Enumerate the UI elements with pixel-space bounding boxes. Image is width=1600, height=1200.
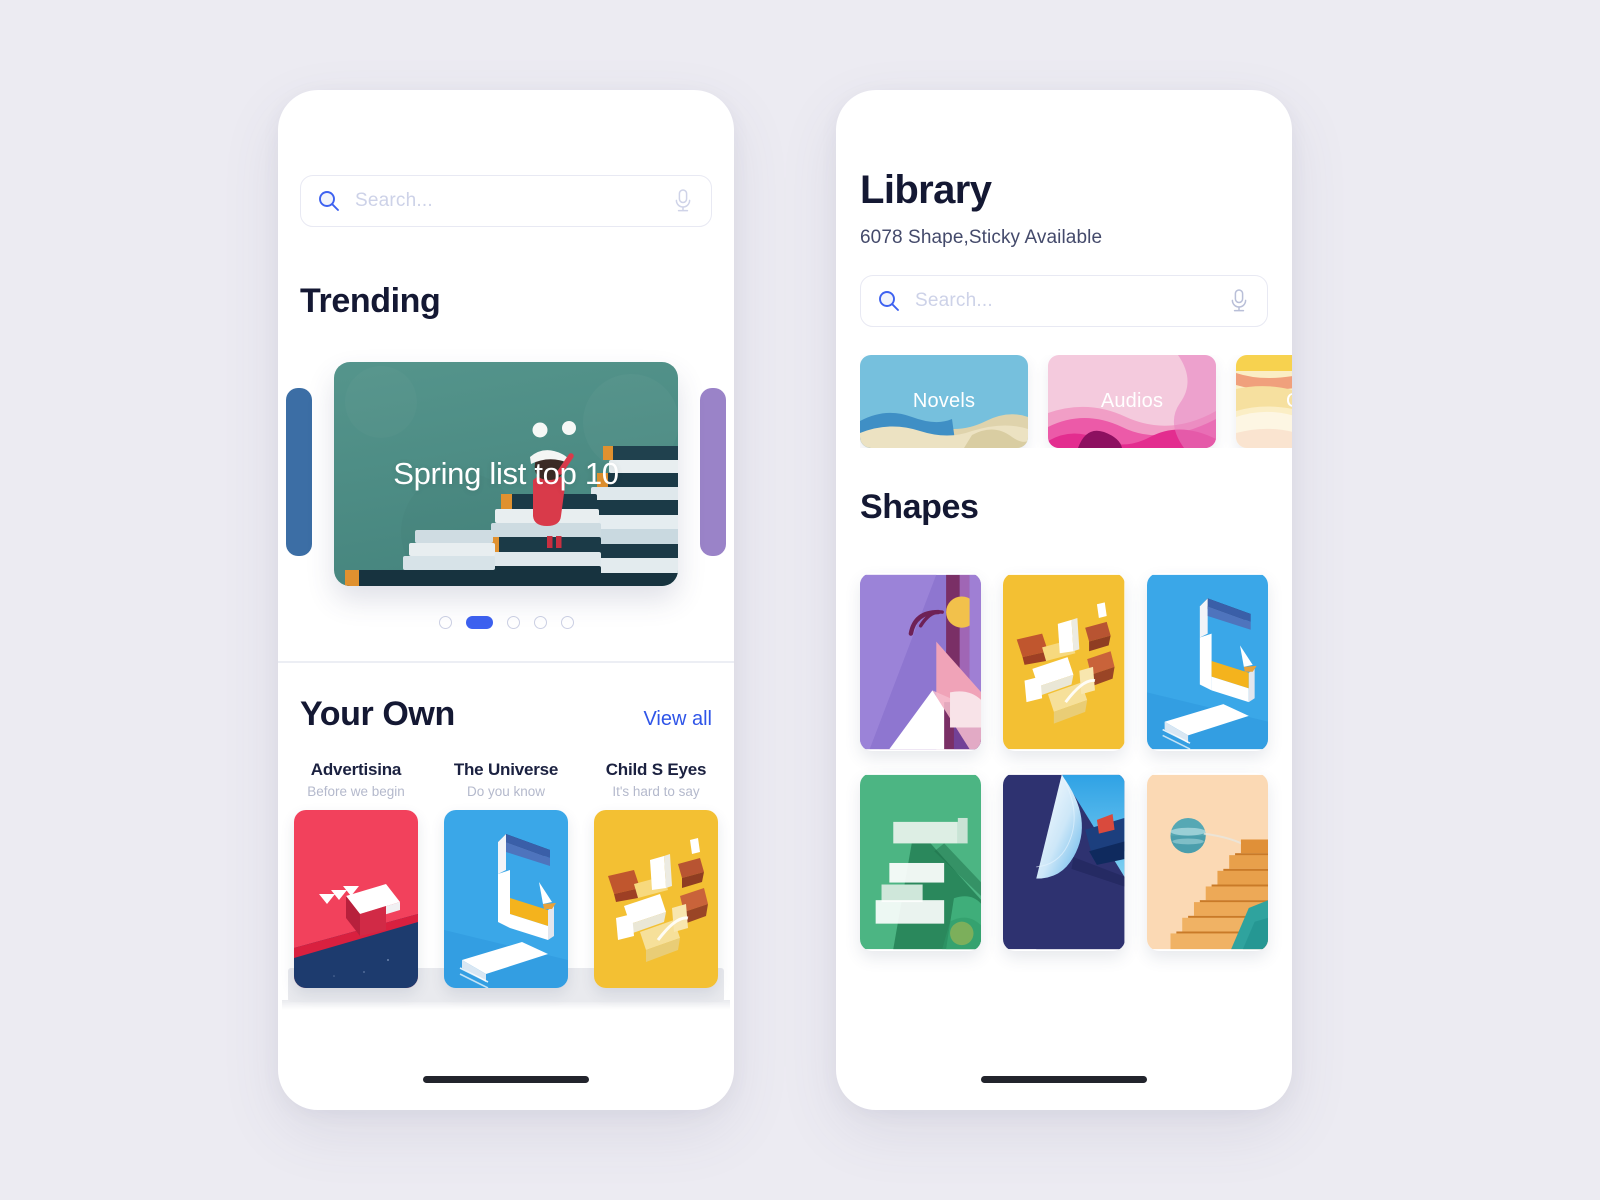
trending-heading: Trending bbox=[300, 282, 441, 320]
canvas: Trending bbox=[0, 0, 1600, 1200]
trending-carousel[interactable]: Spring list top 10 bbox=[286, 356, 726, 586]
shape-card-peach-stairs[interactable] bbox=[1146, 773, 1268, 951]
red-isometric-ramp-illustration bbox=[294, 809, 418, 988]
category-chip-label: Audios bbox=[1100, 390, 1164, 412]
page-subtitle: 6078 Shape,Sticky Available bbox=[860, 227, 1103, 248]
search-icon bbox=[319, 191, 339, 211]
book-title: Child S Eyes bbox=[605, 759, 707, 779]
search-field-library[interactable] bbox=[915, 290, 1229, 312]
book-card[interactable]: Advertisina Before we begin bbox=[294, 760, 418, 988]
carousel-dot-5[interactable] bbox=[560, 616, 574, 629]
search-icon bbox=[879, 291, 899, 311]
microphone-icon[interactable] bbox=[673, 188, 693, 214]
green-isometric-shelves-illustration bbox=[860, 774, 982, 950]
book-card[interactable]: The Universe Do you know bbox=[444, 760, 568, 988]
carousel-dot-2[interactable] bbox=[465, 616, 493, 629]
book-cover-blue[interactable] bbox=[444, 809, 568, 988]
carousel-slide-active[interactable]: Spring list top 10 bbox=[334, 362, 678, 586]
your-own-list: Advertisina Before we begin The Universe… bbox=[278, 760, 734, 1010]
search-input-library[interactable] bbox=[860, 275, 1268, 327]
phone-home-screen: Trending bbox=[278, 90, 734, 1110]
shapes-grid bbox=[860, 573, 1268, 951]
book-title: The Universe bbox=[453, 759, 559, 779]
carousel-peek-prev[interactable] bbox=[286, 388, 312, 556]
shape-card-yellow-shards[interactable] bbox=[1003, 573, 1125, 751]
book-cover-yellow[interactable] bbox=[594, 809, 718, 988]
category-chip-row[interactable]: Novels Audios bbox=[860, 355, 1292, 448]
category-chip-audios[interactable]: Audios bbox=[1048, 355, 1216, 448]
blue-window-sailboat-illustration bbox=[444, 809, 568, 988]
carousel-pagination[interactable] bbox=[300, 616, 712, 629]
shape-card-purple-tree[interactable] bbox=[860, 573, 982, 751]
your-own-header: Your Own View all bbox=[278, 663, 734, 734]
phone-library-screen: Library 6078 Shape,Sticky Available Sear… bbox=[836, 90, 1292, 1110]
search-field-left[interactable] bbox=[355, 190, 673, 212]
yellow-abstract-shards-illustration bbox=[594, 809, 718, 988]
library-content: Library 6078 Shape,Sticky Available Sear… bbox=[836, 90, 1292, 951]
shape-card-blue-window[interactable] bbox=[1146, 573, 1268, 751]
book-subtitle: Do you know bbox=[466, 783, 546, 799]
category-chip-label: C bbox=[1236, 355, 1292, 448]
home-indicator bbox=[981, 1076, 1147, 1083]
peach-stairs-planet-illustration bbox=[1146, 774, 1268, 950]
microphone-icon[interactable] bbox=[1229, 288, 1249, 314]
book-title: Advertisina bbox=[310, 759, 402, 779]
book-subtitle: Before we begin bbox=[307, 783, 405, 799]
book-cover-red[interactable] bbox=[294, 809, 418, 988]
blue-window-sailboat-illustration bbox=[1146, 574, 1268, 750]
book-subtitle: It's hard to say bbox=[612, 783, 700, 799]
category-chip-novels[interactable]: Novels bbox=[860, 355, 1028, 448]
yellow-abstract-shards-illustration bbox=[1003, 574, 1125, 750]
left-top-area: Trending bbox=[278, 90, 734, 629]
shape-card-green-shelves[interactable] bbox=[860, 773, 982, 951]
view-all-link[interactable]: View all bbox=[643, 708, 712, 731]
hero-caption: Spring list top 10 bbox=[393, 456, 619, 491]
search-input[interactable] bbox=[300, 175, 712, 227]
shape-card-navy-page-curl[interactable] bbox=[1003, 773, 1125, 951]
carousel-peek-next[interactable] bbox=[700, 388, 726, 556]
category-chip-label: Novels bbox=[912, 390, 976, 412]
purple-tree-triangle-illustration bbox=[860, 574, 982, 750]
your-own-heading: Your Own bbox=[300, 694, 455, 733]
carousel-dot-4[interactable] bbox=[533, 616, 547, 629]
category-chip-comics-partial[interactable]: C bbox=[1236, 355, 1292, 448]
carousel-dot-3[interactable] bbox=[506, 616, 520, 629]
book-card[interactable]: Child S Eyes It's hard to say bbox=[594, 760, 718, 988]
home-indicator bbox=[423, 1076, 589, 1083]
carousel-dot-1[interactable] bbox=[438, 616, 452, 629]
shapes-heading: Shapes bbox=[860, 488, 979, 526]
navy-page-curl-ship-illustration bbox=[1003, 774, 1125, 950]
page-title: Library bbox=[860, 168, 992, 212]
